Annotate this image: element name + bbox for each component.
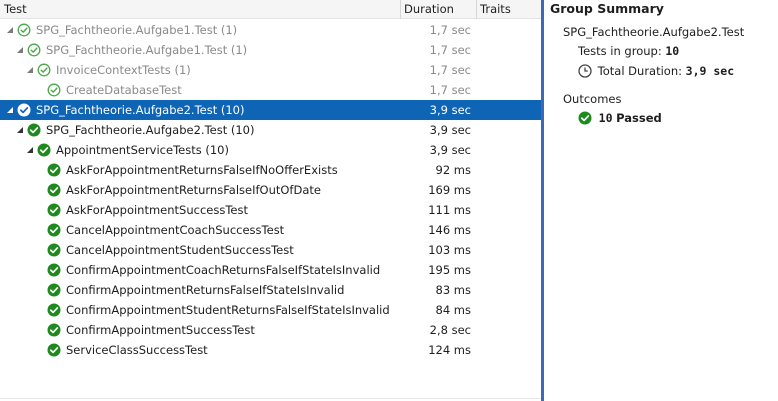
tree-row[interactable]: AskForAppointmentReturnsFalseIfOutOfDate… <box>0 180 541 200</box>
column-header-duration[interactable]: Duration <box>400 0 454 19</box>
test-name: ConfirmAppointmentStudentReturnsFalseIfS… <box>66 303 390 317</box>
column-header: Test Duration Traits <box>0 0 541 19</box>
expanded-triangle-icon[interactable] <box>16 126 24 134</box>
test-name: AskForAppointmentReturnsFalseIfNoOfferEx… <box>66 163 338 177</box>
test-duration: 169 ms <box>428 183 471 197</box>
tree-row[interactable]: AppointmentServiceTests (10) 3,9 sec <box>0 140 541 160</box>
divider <box>0 398 541 399</box>
tree-row[interactable]: ConfirmAppointmentCoachReturnsFalseIfSta… <box>0 260 541 280</box>
expanded-triangle-icon[interactable] <box>26 146 34 154</box>
test-name: ConfirmAppointmentReturnsFalseIfStateIsI… <box>66 283 345 297</box>
passed-check-icon <box>47 223 61 237</box>
passed-check-icon <box>47 83 61 97</box>
expanded-triangle-icon[interactable] <box>16 46 24 54</box>
test-name: AskForAppointmentSuccessTest <box>66 203 248 217</box>
passed-check-icon <box>47 343 61 357</box>
tree-row[interactable]: ConfirmAppointmentReturnsFalseIfStateIsI… <box>0 280 541 300</box>
tree-row[interactable]: AskForAppointmentReturnsFalseIfNoOfferEx… <box>0 160 541 180</box>
total-duration-value: 3,9 sec <box>685 64 735 78</box>
expanded-triangle-icon[interactable] <box>6 106 14 114</box>
test-name: AppointmentServiceTests (10) <box>56 143 229 157</box>
tree-row[interactable]: ConfirmAppointmentSuccessTest 2,8 sec <box>0 320 541 340</box>
test-duration: 111 ms <box>428 203 471 217</box>
test-duration: 124 ms <box>428 343 471 357</box>
test-duration: 84 ms <box>435 303 471 317</box>
test-duration: 1,7 sec <box>429 43 471 57</box>
tree-row[interactable]: CancelAppointmentCoachSuccessTest 146 ms <box>0 220 541 240</box>
passed-check-icon <box>47 323 61 337</box>
outcome-passed-row[interactable]: 10 Passed <box>578 111 662 125</box>
group-summary-panel: Group Summary SPG_Fachtheorie.Aufgabe2.T… <box>544 0 778 401</box>
passed-check-icon <box>17 23 31 37</box>
tree-row[interactable]: CancelAppointmentStudentSuccessTest 103 m… <box>0 240 541 260</box>
test-name: AskForAppointmentReturnsFalseIfOutOfDate <box>66 183 321 197</box>
tree-row[interactable]: AskForAppointmentSuccessTest 111 ms <box>0 200 541 220</box>
tree-row[interactable]: ConfirmAppointmentStudentReturnsFalseIfS… <box>0 300 541 320</box>
expanded-triangle-icon[interactable] <box>26 66 34 74</box>
passed-check-icon <box>47 183 61 197</box>
passed-check-icon <box>47 203 61 217</box>
test-duration: 1,7 sec <box>429 63 471 77</box>
passed-check-icon <box>47 243 61 257</box>
passed-check-icon <box>37 143 51 157</box>
tree-row[interactable]: SPG_Fachtheorie.Aufgabe2.Test (10) 3,9 se… <box>0 120 541 140</box>
passed-check-icon <box>27 43 41 57</box>
passed-check-icon <box>47 163 61 177</box>
column-header-test[interactable]: Test <box>0 0 27 19</box>
summary-title: Group Summary <box>550 1 664 16</box>
tree-row[interactable]: SPG_Fachtheorie.Aufgabe1.Test (1) 1,7 sec <box>0 20 541 40</box>
total-duration-label: Total Duration: <box>597 64 682 78</box>
passed-check-icon <box>578 111 592 125</box>
test-duration: 1,7 sec <box>429 23 471 37</box>
test-name: CancelAppointmentCoachSuccessTest <box>66 223 285 237</box>
tests-in-group-label: Tests in group: <box>578 44 662 58</box>
test-duration: 3,9 sec <box>429 143 471 157</box>
test-name: ConfirmAppointmentCoachReturnsFalseIfSta… <box>66 263 381 277</box>
tree-row[interactable]: InvoiceContextTests (1) 1,7 sec <box>0 60 541 80</box>
tests-in-group-value: 10 <box>665 44 680 58</box>
summary-group-name: SPG_Fachtheorie.Aufgabe2.Test <box>563 25 745 39</box>
test-duration: 2,8 sec <box>429 323 471 337</box>
test-explorer-panel: Test Duration Traits SPG_Fachtheorie.Auf… <box>0 0 541 401</box>
test-duration: 146 ms <box>428 223 471 237</box>
clock-icon <box>578 64 592 78</box>
test-duration: 1,7 sec <box>429 83 471 97</box>
test-name: SPG_Fachtheorie.Aufgabe1.Test (1) <box>46 43 248 57</box>
test-name: SPG_Fachtheorie.Aufgabe2.Test (10) <box>36 103 245 117</box>
outcomes-label: Outcomes <box>563 92 622 106</box>
passed-check-icon <box>47 263 61 277</box>
passed-check-icon <box>37 63 51 77</box>
test-duration: 83 ms <box>435 283 471 297</box>
tree-row[interactable]: SPG_Fachtheorie.Aufgabe1.Test (1) 1,7 sec <box>0 40 541 60</box>
column-header-traits[interactable]: Traits <box>476 0 511 19</box>
test-duration: 195 ms <box>428 263 471 277</box>
passed-check-icon <box>47 283 61 297</box>
test-name: SPG_Fachtheorie.Aufgabe2.Test (10) <box>46 123 255 137</box>
test-name: ConfirmAppointmentSuccessTest <box>66 323 255 337</box>
passed-label: Passed <box>616 111 662 125</box>
test-name: CreateDatabaseTest <box>66 83 182 97</box>
test-name: CancelAppointmentStudentSuccessTest <box>66 243 294 257</box>
test-duration: 92 ms <box>435 163 471 177</box>
expanded-triangle-icon[interactable] <box>6 26 14 34</box>
passed-check-icon <box>47 303 61 317</box>
summary-tests-row: Tests in group: 10 <box>578 44 679 58</box>
passed-check-icon <box>27 123 41 137</box>
test-name: SPG_Fachtheorie.Aufgabe1.Test (1) <box>36 23 238 37</box>
passed-count: 10 <box>598 111 613 125</box>
tree-row[interactable]: ServiceClassSuccessTest 124 ms <box>0 340 541 360</box>
passed-check-icon <box>17 103 31 117</box>
tree-row[interactable]: CreateDatabaseTest 1,7 sec <box>0 80 541 100</box>
test-duration: 3,9 sec <box>429 103 471 117</box>
summary-duration-row: Total Duration: 3,9 sec <box>578 64 734 78</box>
test-name: ServiceClassSuccessTest <box>66 343 208 357</box>
test-duration: 3,9 sec <box>429 123 471 137</box>
tree-row[interactable]: SPG_Fachtheorie.Aufgabe2.Test (10) 3,9 se… <box>0 100 541 120</box>
test-duration: 103 ms <box>428 243 471 257</box>
test-name: InvoiceContextTests (1) <box>56 63 191 77</box>
